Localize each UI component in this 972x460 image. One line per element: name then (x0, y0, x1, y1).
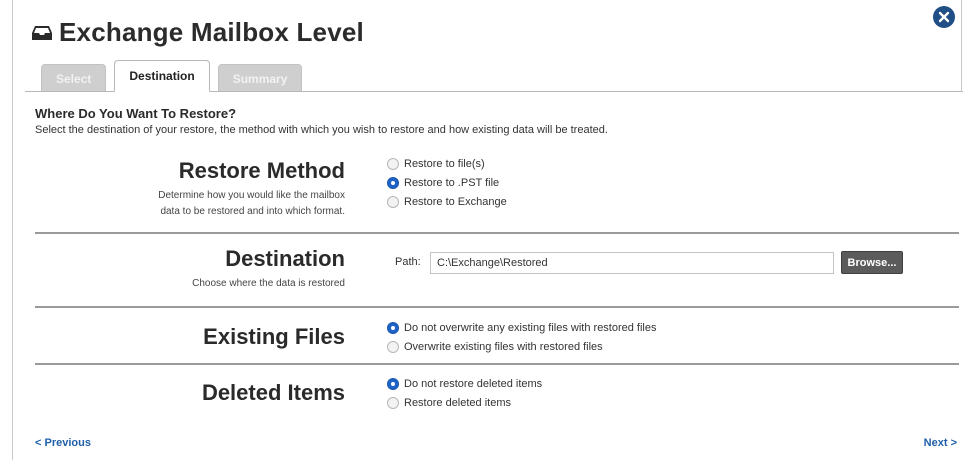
restore-method-description: Determine how you would like the mailbox… (85, 188, 345, 220)
radio-label: Restore to Exchange (404, 195, 507, 208)
radio-label: Restore deleted items (404, 396, 511, 409)
radio-button[interactable] (387, 157, 399, 170)
destination-description: Choose where the data is restored (192, 278, 345, 289)
tab-summary[interactable]: Summary (217, 64, 303, 92)
section-divider (35, 232, 959, 234)
tab-content: Where Do You Want To Restore? Select the… (25, 91, 963, 460)
deleted-items-section: Deleted Items Do not restore deleted ite… (35, 370, 955, 420)
inbox-tray-icon (32, 26, 52, 40)
radio-do-not-overwrite[interactable]: Do not overwrite any existing files with… (387, 318, 657, 337)
path-label: Path: (395, 256, 421, 268)
destination-title: Destination (225, 246, 345, 271)
dialog-title: Exchange Mailbox Level (59, 16, 364, 47)
radio-button[interactable] (387, 195, 399, 208)
radio-label: Do not restore deleted items (404, 377, 543, 390)
section-divider (35, 363, 959, 365)
radio-restore-to-exchange[interactable]: Restore to Exchange (387, 192, 507, 211)
restore-method-title: Restore Method (178, 158, 345, 183)
deleted-items-options: Do not restore deleted items Restore del… (387, 374, 542, 412)
existing-files-options: Do not overwrite any existing files with… (387, 318, 657, 356)
radio-restore-deleted[interactable]: Restore deleted items (387, 393, 542, 412)
restore-method-description-line2: data to be restored and into which forma… (160, 206, 345, 217)
radio-button-selected[interactable] (387, 176, 399, 189)
previous-link[interactable]: < Previous (35, 437, 91, 449)
tab-bar: Select Destination Summary (41, 60, 310, 92)
restore-dialog: Exchange Mailbox Level Select Destinatio… (12, 0, 963, 460)
page-heading: Where Do You Want To Restore? (35, 106, 237, 121)
radio-label: Restore to .PST file (404, 176, 500, 189)
next-link[interactable]: Next > (924, 437, 957, 449)
page-subheading: Select the destination of your restore, … (35, 124, 608, 136)
tab-select[interactable]: Select (41, 64, 107, 92)
existing-files-title: Existing Files (203, 324, 345, 349)
restore-method-options: Restore to file(s) Restore to .PST file … (387, 154, 507, 211)
radio-do-not-restore-deleted[interactable]: Do not restore deleted items (387, 374, 542, 393)
path-input[interactable] (430, 252, 834, 274)
radio-restore-to-pst[interactable]: Restore to .PST file (387, 173, 507, 192)
radio-label: Do not overwrite any existing files with… (404, 321, 657, 334)
radio-button-selected[interactable] (387, 321, 399, 334)
restore-method-section: Restore Method Determine how you would l… (35, 152, 955, 232)
radio-label: Overwrite existing files with restored f… (404, 340, 603, 353)
section-divider (35, 306, 959, 308)
radio-button-selected[interactable] (387, 377, 399, 390)
restore-method-description-line1: Determine how you would like the mailbox (158, 190, 345, 201)
radio-button[interactable] (387, 396, 399, 409)
existing-files-section: Existing Files Do not overwrite any exis… (35, 314, 955, 364)
deleted-items-title: Deleted Items (201, 380, 345, 405)
browse-button[interactable]: Browse... (841, 251, 903, 274)
radio-label: Restore to file(s) (404, 157, 485, 170)
radio-overwrite[interactable]: Overwrite existing files with restored f… (387, 337, 657, 356)
close-icon (938, 11, 950, 23)
radio-restore-to-files[interactable]: Restore to file(s) (387, 154, 507, 173)
tab-destination[interactable]: Destination (114, 60, 210, 92)
title-bar: Exchange Mailbox Level (31, 14, 364, 50)
close-button[interactable] (933, 6, 955, 28)
destination-section: Destination Choose where the data is res… (35, 240, 955, 300)
radio-button[interactable] (387, 340, 399, 353)
